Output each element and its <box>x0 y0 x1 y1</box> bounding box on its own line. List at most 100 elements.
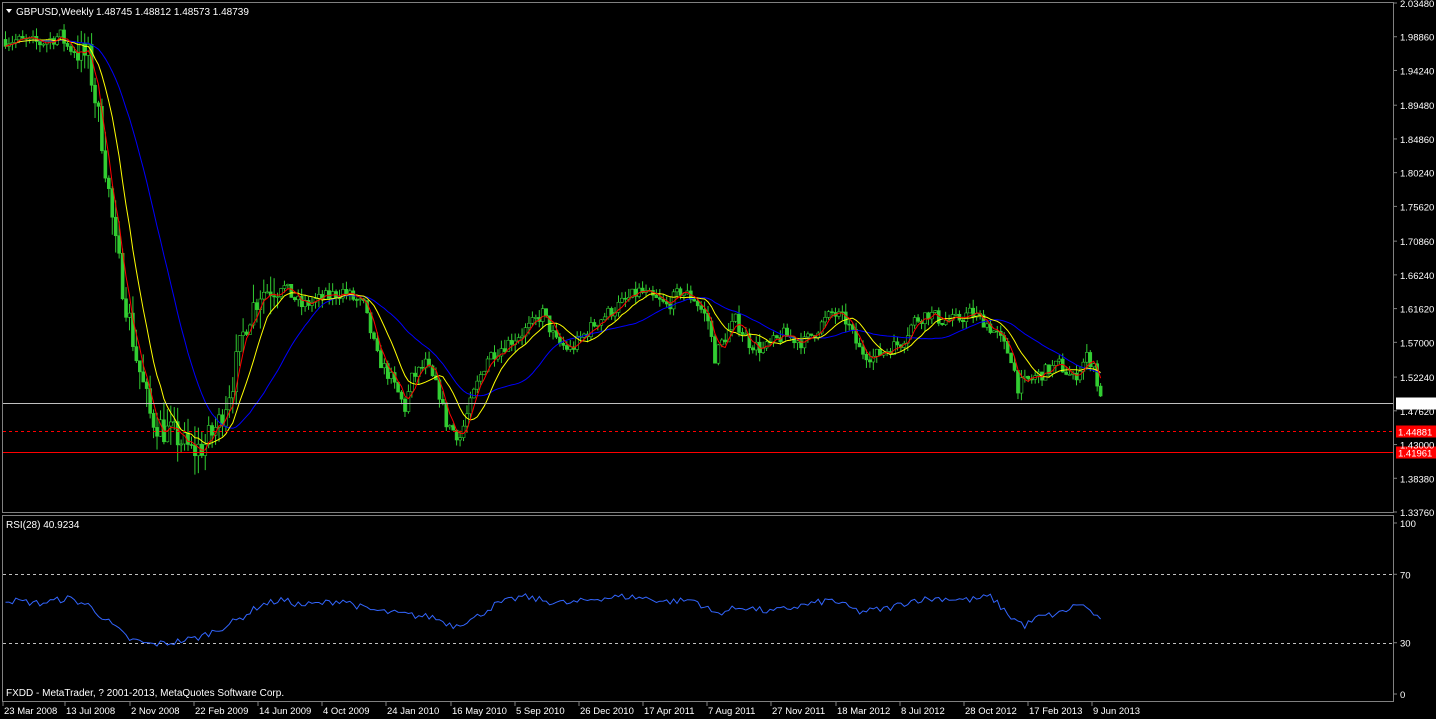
candle-body <box>940 322 945 325</box>
price-tick-label: 1.66240 <box>1400 271 1434 282</box>
candle-body <box>967 307 972 314</box>
time-tick-label: 5 Sep 2010 <box>516 706 565 717</box>
time-tick-label: 24 Jan 2010 <box>387 706 439 717</box>
candle-body <box>465 413 469 427</box>
candle-body <box>1026 375 1031 380</box>
candle-body <box>1043 364 1048 381</box>
time-tick-label: 16 May 2010 <box>452 706 507 717</box>
candle-body <box>892 341 896 355</box>
candle-body <box>447 425 452 428</box>
price-tick-label: 1.89480 <box>1400 101 1434 112</box>
candle-body <box>327 290 332 299</box>
candle-body <box>1012 362 1017 371</box>
time-tick-label: 18 Mar 2012 <box>837 706 890 717</box>
price-tick-label: 1.61620 <box>1400 305 1434 316</box>
candle-body <box>658 297 662 300</box>
time-tick-label: 17 Feb 2013 <box>1029 706 1082 717</box>
time-tick-label: 23 Mar 2008 <box>4 706 57 717</box>
time-tick-label: 22 Feb 2009 <box>195 706 248 717</box>
chart-window[interactable]: 1.487391.448811.41961 2.034801.988601.94… <box>0 0 1436 719</box>
candle-body <box>375 338 380 351</box>
candle-body <box>750 347 755 351</box>
price-tick-label: 1.52240 <box>1400 373 1434 384</box>
candle-body <box>134 346 139 362</box>
candle-body <box>65 43 70 47</box>
candle-body <box>1016 370 1020 394</box>
time-tick-label: 2 Nov 2008 <box>131 706 180 717</box>
candle-body <box>723 339 728 343</box>
candle-body <box>1019 377 1024 394</box>
price-tick-label: 1.80240 <box>1400 169 1434 180</box>
candle-body <box>96 102 101 107</box>
footer-copyright: FXDD - MetaTrader, ? 2001-2013, MetaQuot… <box>6 688 284 699</box>
candle-body <box>699 305 703 310</box>
candle-body <box>530 317 535 324</box>
candle-body <box>592 322 597 327</box>
candle-body <box>737 313 741 333</box>
price-tick-label: 1.57000 <box>1400 338 1434 349</box>
candle-body <box>292 297 297 301</box>
candle-body <box>93 84 97 104</box>
rsi-tick-label: 30 <box>1400 639 1411 650</box>
candle-body <box>17 36 22 41</box>
chart-title: GBPUSD,Weekly <box>16 7 94 18</box>
time-tick-label: 27 Nov 2011 <box>772 706 825 717</box>
price-tick-label: 1.47620 <box>1400 407 1434 418</box>
candle-body <box>127 312 132 318</box>
rsi-frame <box>2 515 1394 702</box>
candle-body <box>3 39 8 47</box>
candle-body <box>58 29 63 38</box>
candle-body <box>478 374 483 382</box>
price-axis: 2.03480 1.98860 1.94240 1.89480 1.84860 1.802… <box>1393 0 1434 519</box>
time-tick-label: 13 Jul 2008 <box>66 706 115 717</box>
candle-body <box>76 52 80 61</box>
candle-body <box>520 335 524 338</box>
candle-body <box>169 421 173 427</box>
ohlc-readout: 1.48745 1.48812 1.48573 1.48739 <box>96 7 249 18</box>
candle-body <box>1054 360 1058 366</box>
candle-body <box>403 398 407 412</box>
price-tick-label: 1.98860 <box>1400 33 1434 44</box>
candle-body <box>826 311 831 318</box>
candle-body <box>323 290 328 300</box>
candle-body <box>124 298 128 318</box>
candle-body <box>1078 371 1082 381</box>
candle-body <box>1009 352 1013 364</box>
candle-body <box>809 333 814 336</box>
candle-body <box>210 425 214 436</box>
candle-body <box>451 425 455 431</box>
candle-body <box>864 354 869 361</box>
candle-body <box>138 360 142 373</box>
candle-body <box>692 299 697 302</box>
candle-body <box>279 288 283 297</box>
candle-body <box>468 397 473 415</box>
time-tick-label: 14 Jun 2009 <box>259 706 311 717</box>
candle-body <box>954 313 958 316</box>
candle-body <box>971 307 975 318</box>
chart-menu-triangle-icon[interactable] <box>6 9 12 13</box>
candle-body <box>923 312 927 324</box>
candle-body <box>492 352 497 360</box>
candle-body <box>606 308 610 318</box>
time-axis: 23 Mar 2008 13 Jul 2008 2 Nov 2008 22 Feb 2… <box>2 702 1140 717</box>
candle-body <box>272 295 276 298</box>
candle-body <box>1023 375 1027 379</box>
candle-body <box>286 284 290 286</box>
candle-body <box>620 297 624 303</box>
ma-slow-line <box>5 39 1101 429</box>
candle-body <box>916 317 920 322</box>
candle-body <box>1085 352 1089 363</box>
candle-body <box>372 332 376 339</box>
candle-body <box>992 330 996 333</box>
candle-body <box>186 432 190 445</box>
candle-body <box>72 51 77 53</box>
candle-body <box>623 297 628 300</box>
candle-body <box>420 366 424 369</box>
candle-body <box>675 288 679 293</box>
candle-body <box>413 372 418 377</box>
candle-body <box>716 344 721 364</box>
candle-body <box>382 363 387 369</box>
time-tick-label: 28 Oct 2012 <box>965 706 1017 717</box>
candle-body <box>354 299 359 301</box>
candle-body <box>107 177 111 189</box>
